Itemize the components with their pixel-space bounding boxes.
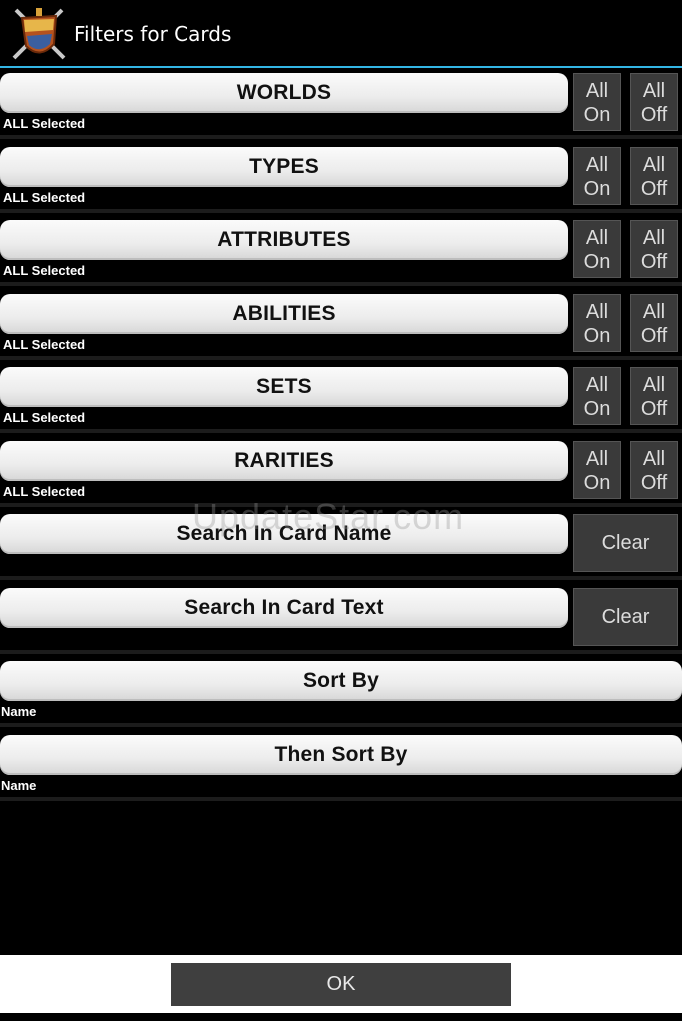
row-divider xyxy=(0,356,682,360)
sort-by-value: Name xyxy=(1,704,37,719)
rarities-all-on-button[interactable]: All On xyxy=(573,441,621,499)
attributes-all-off-button[interactable]: All Off xyxy=(630,220,678,278)
then-sort-by-value: Name xyxy=(1,778,37,793)
row-divider xyxy=(0,723,682,727)
row-divider xyxy=(0,429,682,433)
sets-all-on-button[interactable]: All On xyxy=(573,367,621,425)
attributes-status: ALL Selected xyxy=(3,263,86,278)
shield-swords-icon xyxy=(12,8,66,60)
row-divider xyxy=(0,209,682,213)
sets-button[interactable]: SETS xyxy=(0,367,568,407)
title-bar: Filters for Cards xyxy=(0,0,682,68)
row-divider xyxy=(0,282,682,286)
attributes-button[interactable]: ATTRIBUTES xyxy=(0,220,568,260)
worlds-status: ALL Selected xyxy=(3,116,86,131)
types-all-off-button[interactable]: All Off xyxy=(630,147,678,205)
worlds-button[interactable]: WORLDS xyxy=(0,73,568,113)
types-status: ALL Selected xyxy=(3,190,86,205)
clear-card-text-button[interactable]: Clear xyxy=(573,588,678,646)
search-card-name-button[interactable]: Search In Card Name xyxy=(0,514,568,554)
abilities-button[interactable]: ABILITIES xyxy=(0,294,568,334)
abilities-status: ALL Selected xyxy=(3,337,86,352)
search-card-text-button[interactable]: Search In Card Text xyxy=(0,588,568,628)
row-divider xyxy=(0,576,682,580)
attributes-all-on-button[interactable]: All On xyxy=(573,220,621,278)
title-divider xyxy=(0,66,682,68)
bottom-edge xyxy=(0,1013,682,1021)
page-title: Filters for Cards xyxy=(74,22,232,46)
rarities-button[interactable]: RARITIES xyxy=(0,441,568,481)
clear-card-name-button[interactable]: Clear xyxy=(573,514,678,572)
sets-status: ALL Selected xyxy=(3,410,86,425)
ok-button[interactable]: OK xyxy=(171,963,511,1006)
types-all-on-button[interactable]: All On xyxy=(573,147,621,205)
row-divider xyxy=(0,650,682,654)
row-divider xyxy=(0,503,682,507)
sort-by-button[interactable]: Sort By xyxy=(0,661,682,701)
worlds-all-off-button[interactable]: All Off xyxy=(630,73,678,131)
rarities-status: ALL Selected xyxy=(3,484,86,499)
sets-all-off-button[interactable]: All Off xyxy=(630,367,678,425)
worlds-all-on-button[interactable]: All On xyxy=(573,73,621,131)
abilities-all-off-button[interactable]: All Off xyxy=(630,294,678,352)
then-sort-by-button[interactable]: Then Sort By xyxy=(0,735,682,775)
row-divider xyxy=(0,797,682,801)
rarities-all-off-button[interactable]: All Off xyxy=(630,441,678,499)
abilities-all-on-button[interactable]: All On xyxy=(573,294,621,352)
row-divider xyxy=(0,135,682,139)
types-button[interactable]: TYPES xyxy=(0,147,568,187)
